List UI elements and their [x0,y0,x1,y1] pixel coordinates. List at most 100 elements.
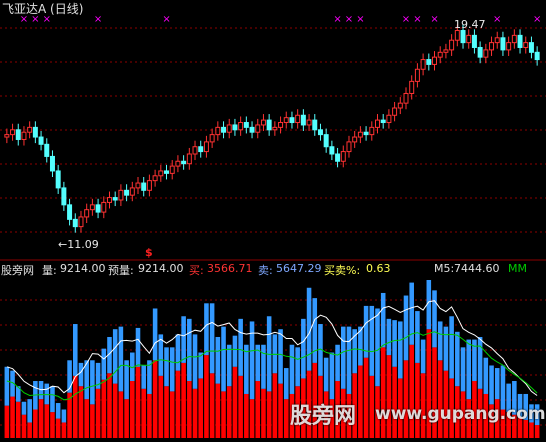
x-marker: × [402,14,410,25]
candle-body [175,160,181,167]
buy-volume-bar [118,391,124,438]
buy-label: 买: [189,264,204,277]
candle-body [272,126,278,131]
buy-volume-bar [266,391,272,438]
candle-body [106,197,112,203]
candle-body [181,160,187,165]
sell-volume-bar [489,365,494,405]
sell-volume-bar [420,339,426,374]
sell-volume-bar [329,352,335,400]
sell-volume-bar [152,308,158,361]
candle-body [278,122,284,128]
sell-volume-bar [443,326,449,371]
est-label: 预量: [108,264,134,277]
buy-volume-bar [215,383,221,438]
buy-volume-bar [44,404,50,438]
x-marker: × [162,14,170,25]
candle-body [414,68,420,82]
x-marker: × [533,14,541,25]
sell-volume-bar [363,305,369,358]
buy-volume-bar [198,378,204,438]
candle-body [335,153,341,162]
sell-volume-bar [295,347,300,387]
buy-volume-bar [226,386,232,438]
sell-volume-bar [403,295,409,361]
buy-volume-bar [255,381,261,438]
candle-body [55,170,61,189]
sell-volume-bar [135,327,141,367]
candle-body [10,129,16,136]
candle-body [363,131,369,136]
buy-volume-bar [61,422,67,438]
sell-volume-bar [164,347,169,387]
candle-body [397,102,403,109]
buy-volume-bar [33,409,38,438]
sell-volume-bar [432,290,437,348]
x-marker: × [345,14,353,25]
buy-volume-bar [21,414,27,438]
buy-volume-bar [415,362,420,438]
candle-body [198,146,204,153]
candle-body [466,34,472,44]
sell-volume-bar [283,368,289,400]
sell-volume-bar [187,318,192,382]
candle-body [460,30,466,44]
candle-body [352,136,358,143]
buy-volume-bar [192,388,198,438]
sell-volume-bar [221,326,226,392]
candle-body [203,141,209,153]
buy-volume-bar [27,422,32,438]
buy-volume-bar [261,388,266,438]
candle-body [255,124,261,133]
buy-volume-bar [164,386,169,438]
vol-value: 9214.00 [60,262,106,275]
sell-volume-bar [323,357,329,392]
buy-volume-bar [147,393,152,438]
buy-volume-bar [272,373,278,438]
candle-body [289,117,295,124]
buy-volume-bar [4,405,10,438]
sell-volume-bar [455,331,460,387]
x-marker: × [94,14,102,25]
candle-body [511,34,517,44]
buy-volume-bar [84,399,89,438]
sell-volume-bar [118,326,124,392]
candle-body [403,92,409,104]
buy-volume-bar [38,399,44,438]
watermark-url: www.gupang.com [375,404,546,424]
candle-body [454,30,460,41]
candle-body [209,134,215,143]
candle-body [346,141,352,153]
buy-volume-bar [10,396,15,438]
candle-body [506,42,512,51]
chart-window: × × × × × × × × × × × × × 飞亚达A (日线) ←11.09 19.47 $ 股… [0,0,546,442]
candle-body [477,46,483,58]
buy-volume-bar [369,375,375,438]
candle-body [312,119,318,131]
candle-body [329,146,335,155]
buy-volume-bar [363,357,369,438]
buy-volume-bar [432,347,437,438]
candle-body [221,126,227,133]
sell-volume-bar [301,318,306,379]
x-marker: × [356,14,364,25]
high-price-label: 19.47 [454,18,486,31]
sell-volume-bar [261,344,266,389]
sell-volume-bar [21,401,27,415]
buy-volume-bar [135,366,141,438]
buy-volume-bar [232,366,238,438]
buy-volume-bar [403,360,409,438]
x-marker: × [430,14,438,25]
candle-body [357,131,363,138]
candle-body [340,151,346,162]
buy-volume-bar [95,388,101,438]
candle-body [369,126,375,136]
sell-volume-bar [61,409,67,423]
sell-volume-bar [215,336,221,384]
candle-body [49,155,55,172]
sell-volume-bar [335,344,340,382]
buy-volume-bar [204,355,209,438]
candle-body [4,134,10,138]
candle-body [409,80,415,94]
buy-volume-bar [175,370,181,438]
